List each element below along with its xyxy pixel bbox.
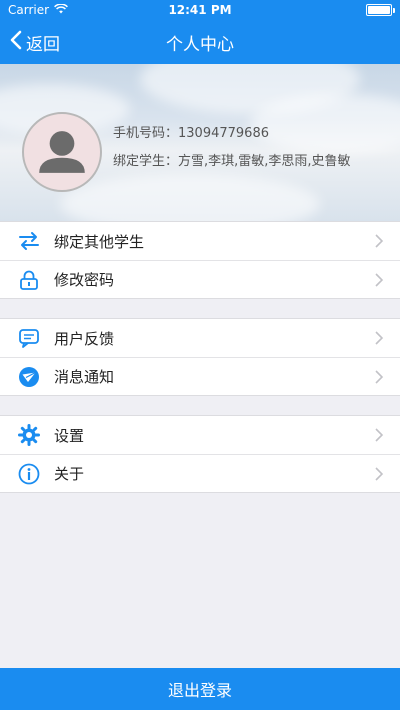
phone-number: 13094779686 (178, 126, 269, 141)
menu-item-change-password[interactable]: 修改密码 (0, 260, 400, 298)
students-info: 绑定学生：方雪,李琪,雷敏,李思雨,史鲁敏 (113, 150, 351, 169)
menu-item-label: 修改密码 (54, 271, 115, 289)
phone-label: 手机号码： (113, 126, 179, 141)
menu-item-label: 设置 (54, 426, 85, 445)
wifi-icon (54, 3, 68, 17)
chevron-left-icon (10, 30, 22, 55)
menu-item-notifications[interactable]: 消息通知 (0, 357, 400, 395)
chevron-right-icon (375, 331, 384, 345)
menu-item-label: 消息通知 (54, 368, 115, 386)
menu-group-messages: 用户反馈 消息通知 (0, 318, 400, 396)
menu-group-app: 设置 关于 (0, 415, 400, 493)
status-bar: Carrier 12:41 PM (0, 0, 400, 20)
menu-group-account: 绑定其他学生 修改密码 (0, 221, 400, 299)
menu-item-bind-student[interactable]: 绑定其他学生 (0, 222, 400, 260)
envelope-icon (19, 367, 39, 387)
back-button[interactable]: 返回 (0, 20, 60, 64)
phone-info: 手机号码：13094779686 (113, 122, 269, 141)
chevron-right-icon (375, 370, 384, 384)
chevron-right-icon (375, 234, 384, 248)
menu-item-label: 绑定其他学生 (54, 232, 145, 251)
page-title: 个人中心 (166, 34, 234, 55)
students-names: 方雪,李琪,雷敏,李思雨,史鲁敏 (178, 154, 351, 169)
battery-icon (366, 4, 395, 16)
lock-icon (20, 270, 38, 290)
carrier-text: Carrier (8, 3, 50, 17)
menu-item-settings[interactable]: 设置 (0, 416, 400, 454)
students-label: 绑定学生： (113, 154, 179, 169)
avatar[interactable] (22, 112, 102, 192)
menu-item-feedback[interactable]: 用户反馈 (0, 319, 400, 357)
logout-label: 退出登录 (167, 681, 232, 700)
chevron-right-icon (375, 467, 384, 481)
gear-icon (18, 424, 40, 446)
profile-header: 手机号码：13094779686 绑定学生：方雪,李琪,雷敏,李思雨,史鲁敏 (0, 64, 400, 222)
navigation-bar: 返回 个人中心 (0, 20, 400, 64)
info-icon (18, 463, 40, 485)
screen: Carrier 12:41 PM 返回 个人中心 手机号码：1309477968… (0, 0, 400, 710)
logout-button[interactable]: 退出登录 (0, 668, 400, 710)
swap-arrows-icon (19, 232, 39, 250)
chat-bubble-icon (19, 329, 39, 348)
back-label: 返回 (26, 34, 60, 55)
chevron-right-icon (375, 428, 384, 442)
chevron-right-icon (375, 273, 384, 287)
menu-item-about[interactable]: 关于 (0, 454, 400, 492)
menu-item-label: 用户反馈 (54, 329, 115, 348)
menu-item-label: 关于 (54, 465, 85, 483)
user-icon (39, 131, 85, 173)
